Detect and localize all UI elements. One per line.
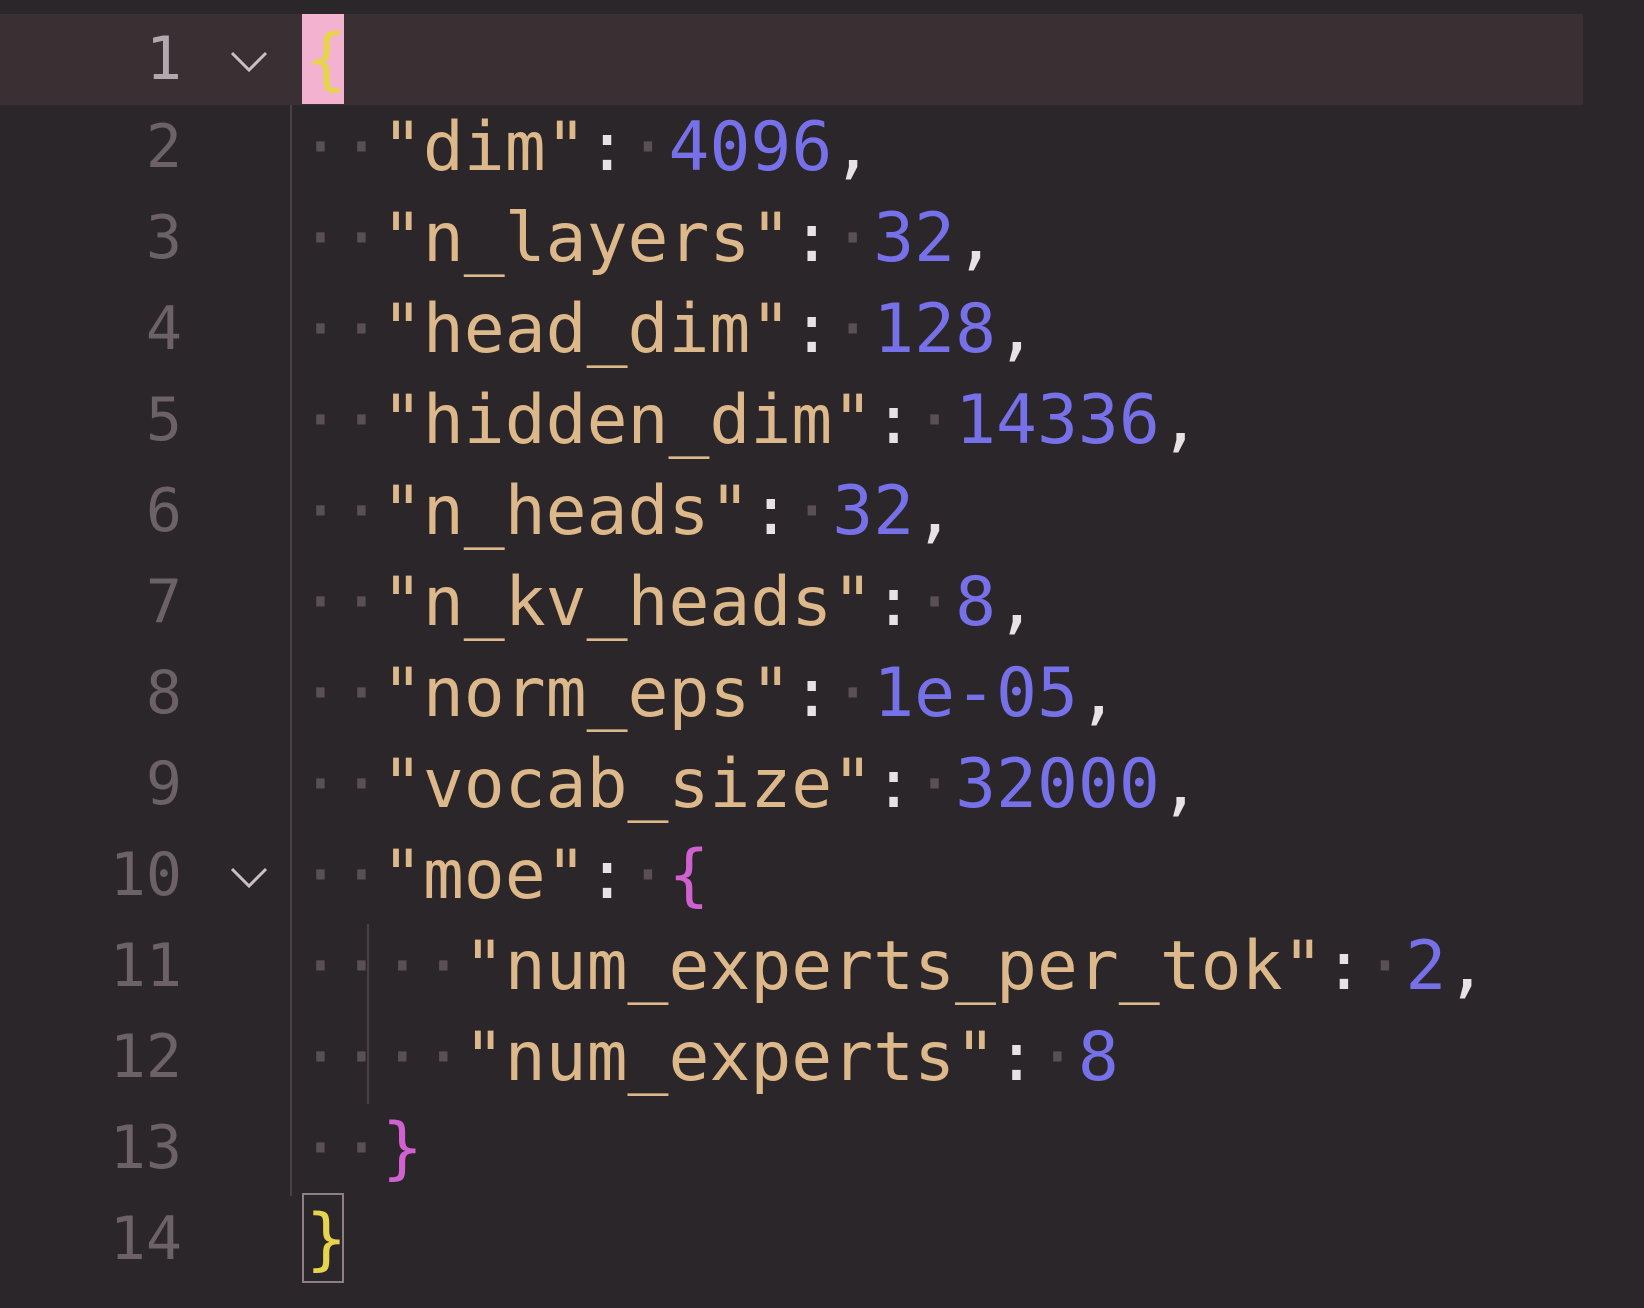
json-value: 32 bbox=[873, 199, 956, 278]
line-number: 13 bbox=[109, 1113, 182, 1183]
json-value: 2 bbox=[1405, 927, 1447, 1006]
editor-line-8[interactable]: 8 ··"norm_eps":·1e-05, bbox=[0, 648, 1644, 739]
json-value: 8 bbox=[1077, 1018, 1119, 1097]
json-key: "hidden_dim" bbox=[381, 381, 874, 460]
line-number: 11 bbox=[109, 931, 182, 1001]
line-number: 8 bbox=[145, 658, 182, 728]
json-value: 32 bbox=[832, 472, 915, 551]
json-value: 128 bbox=[873, 290, 997, 369]
json-value: 14336 bbox=[955, 381, 1160, 460]
editor-line-11[interactable]: 11 ····"num_experts_per_tok":·2, bbox=[0, 921, 1644, 1012]
editor-line-6[interactable]: 6 ··"n_heads":·32, bbox=[0, 466, 1644, 557]
chevron-down-icon[interactable] bbox=[226, 854, 272, 900]
json-key: "dim" bbox=[381, 108, 587, 187]
close-brace: } bbox=[381, 1109, 423, 1188]
json-key: "n_heads" bbox=[381, 472, 751, 551]
json-key: "moe" bbox=[381, 836, 587, 915]
editor-line-4[interactable]: 4 ··"head_dim":·128, bbox=[0, 284, 1644, 375]
json-key: "n_layers" bbox=[381, 199, 792, 278]
json-value: 8 bbox=[955, 563, 997, 642]
json-value: 1e-05 bbox=[873, 654, 1078, 733]
json-value: 4096 bbox=[668, 108, 833, 187]
json-key: "vocab_size" bbox=[381, 745, 874, 824]
line-number: 2 bbox=[145, 112, 182, 182]
line-number: 3 bbox=[145, 203, 182, 273]
editor-line-14[interactable]: 14 } bbox=[0, 1194, 1644, 1285]
editor-line-3[interactable]: 3 ··"n_layers":·32, bbox=[0, 193, 1644, 284]
open-brace: { bbox=[306, 20, 347, 99]
editor-line-10[interactable]: 10 ··"moe":·{ bbox=[0, 830, 1644, 921]
editor-line-1-code: { bbox=[0, 14, 1644, 105]
json-key: "n_kv_heads" bbox=[381, 563, 874, 642]
line-number: 6 bbox=[145, 476, 182, 546]
close-brace: } bbox=[306, 1200, 347, 1279]
line-number: 4 bbox=[145, 294, 182, 364]
editor-line-13[interactable]: 13 ··} bbox=[0, 1103, 1644, 1194]
open-brace: { bbox=[668, 836, 710, 915]
editor-line-5[interactable]: 5 ··"hidden_dim":·14336, bbox=[0, 375, 1644, 466]
line-number: 5 bbox=[145, 385, 182, 455]
line-number: 9 bbox=[145, 749, 182, 819]
json-key: "num_experts_per_tok" bbox=[463, 927, 1324, 1006]
line-number: 7 bbox=[145, 567, 182, 637]
editor-line-2[interactable]: 2 ··"dim":·4096, bbox=[0, 102, 1644, 193]
line-number: 14 bbox=[109, 1204, 182, 1274]
json-key: "norm_eps" bbox=[381, 654, 792, 733]
line-number: 10 bbox=[109, 840, 182, 910]
json-key: "num_experts" bbox=[463, 1018, 996, 1097]
json-key: "head_dim" bbox=[381, 290, 792, 369]
line-number: 12 bbox=[109, 1022, 182, 1092]
code-editor[interactable]: 1 { 2 ··"dim":·4096, 3 ··"n_layers":·32,… bbox=[0, 0, 1644, 1308]
editor-line-9[interactable]: 9 ··"vocab_size":·32000, bbox=[0, 739, 1644, 830]
json-value: 32000 bbox=[955, 745, 1160, 824]
editor-line-12[interactable]: 12 ····"num_experts":·8 bbox=[0, 1012, 1644, 1103]
editor-line-7[interactable]: 7 ··"n_kv_heads":·8, bbox=[0, 557, 1644, 648]
